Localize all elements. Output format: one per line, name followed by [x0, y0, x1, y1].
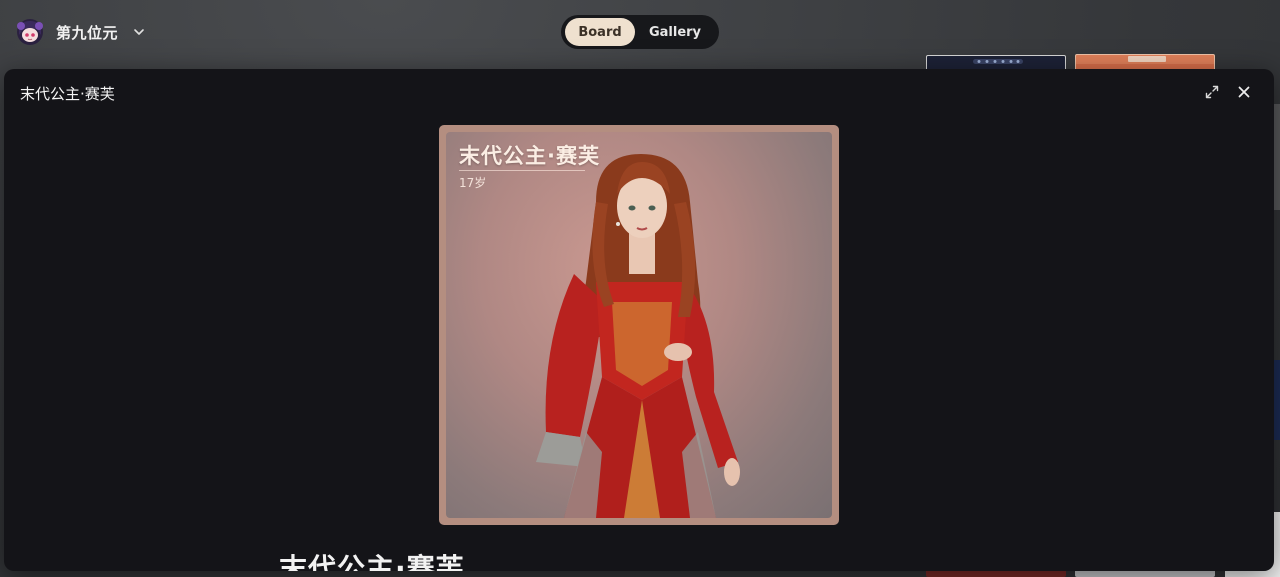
character-portrait	[536, 154, 740, 518]
close-icon	[1238, 86, 1250, 98]
view-tabs: Board Gallery	[561, 15, 719, 49]
character-card[interactable]: 末代公主·赛芙 17岁	[439, 125, 839, 525]
expand-icon	[1205, 85, 1219, 99]
card-character-name: 末代公主·赛芙	[459, 144, 600, 168]
workspace-switcher[interactable]: 第九位元	[16, 18, 146, 46]
character-card-image: 末代公主·赛芙 17岁	[446, 132, 832, 518]
character-heading: 末代公主·赛芙	[279, 552, 465, 571]
chevron-down-icon	[134, 29, 144, 35]
tab-board[interactable]: Board	[565, 18, 635, 46]
board-thumbnail-edge	[1273, 104, 1280, 210]
top-bar: 第九位元 Board Gallery	[0, 0, 1280, 62]
tab-gallery[interactable]: Gallery	[635, 18, 715, 46]
workspace-name: 第九位元	[56, 23, 119, 42]
character-detail-modal: 末代公主·赛芙 末代公主·赛芙 17岁 末代公主·赛芙	[4, 69, 1274, 571]
expand-button[interactable]	[1203, 83, 1221, 101]
chibi-avatar-icon	[17, 19, 43, 45]
close-button[interactable]	[1235, 83, 1253, 101]
modal-title: 末代公主·赛芙	[20, 85, 115, 103]
board-thumbnail-edge	[1273, 360, 1280, 440]
card-character-age: 17岁	[459, 176, 487, 190]
card-divider	[459, 170, 585, 171]
